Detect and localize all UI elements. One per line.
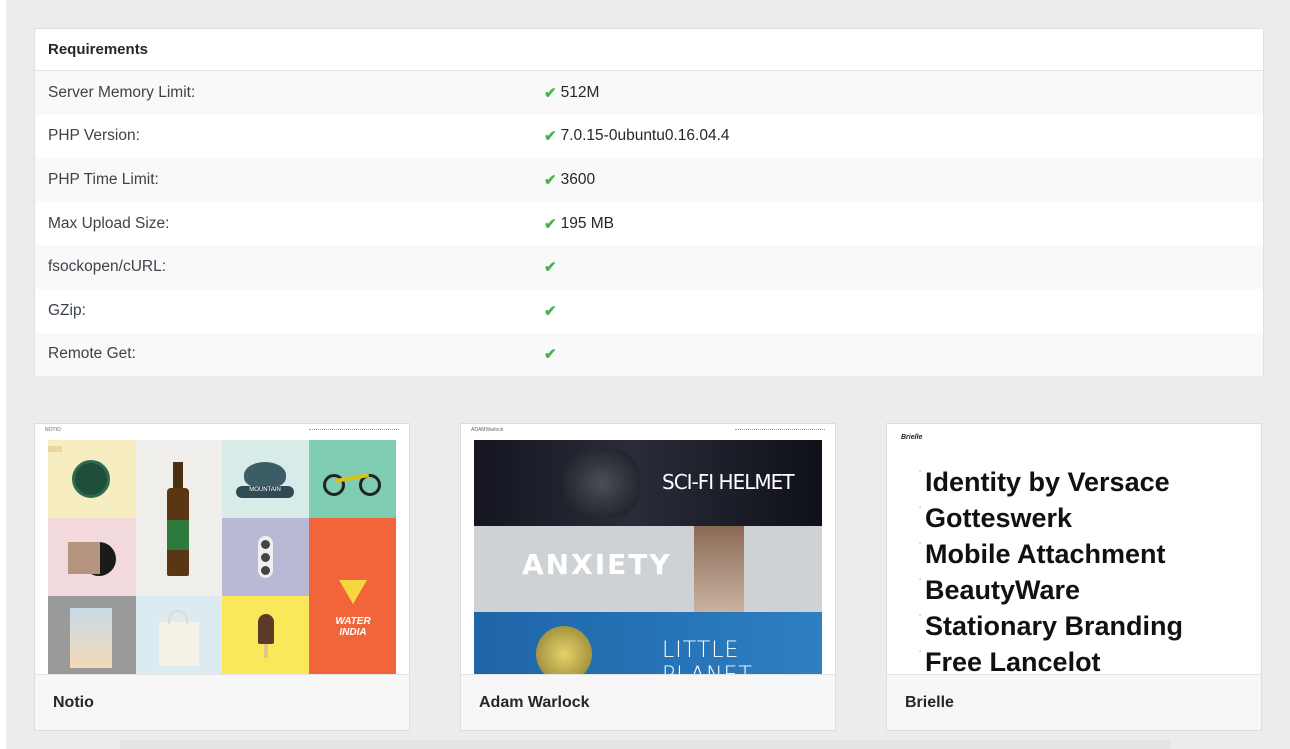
brielle-project-list: Identity by VersaceGotteswerkMobile Atta… <box>919 454 1183 674</box>
requirement-row: Remote Get: ✔ <box>35 332 1263 377</box>
bottom-edge <box>120 740 1170 749</box>
tile-water-india: WATER INDIA <box>309 518 396 674</box>
band-title: SCI-FI HELMET <box>662 470 794 494</box>
requirement-value: ✔ 195 MB <box>544 215 614 233</box>
requirements-table: Server Memory Limit: ✔ 512M PHP Version: ✔ 7.… <box>35 71 1263 377</box>
brielle-project-item: BeautyWare <box>919 562 1183 608</box>
tile-bicycle <box>309 440 396 518</box>
left-edge-strip <box>0 0 6 749</box>
tile-speaker <box>222 518 309 596</box>
requirement-value: ✔ <box>544 258 561 276</box>
brielle-logo: Brielle <box>901 434 923 441</box>
theme-screenshot-adam-warlock: ADAMWarlock SCI-FI HELMET ANXIETY LITTLE… <box>461 424 835 674</box>
requirement-value: ✔ <box>544 345 561 363</box>
requirement-label: PHP Time Limit: <box>48 170 159 188</box>
check-icon: ✔ <box>544 259 557 277</box>
requirement-row: fsockopen/cURL: ✔ <box>35 245 1263 289</box>
brielle-project-item: Identity by Versace <box>919 454 1183 500</box>
requirement-label: GZip: <box>48 301 86 319</box>
tile-ice-cream <box>222 596 309 674</box>
band-sci-fi-helmet: SCI-FI HELMET <box>474 440 822 526</box>
requirement-value: ✔ 7.0.15-0ubuntu0.16.04.4 <box>544 127 730 145</box>
notio-product-grid: MOUNTAIN WATER INDIA <box>48 440 396 674</box>
theme-screenshot-notio: NOTIO MOUNTAIN WATER INDIA <box>35 424 409 674</box>
requirement-value: ✔ 3600 <box>544 171 595 189</box>
requirement-value-text: 3600 <box>560 170 596 188</box>
tile-beer-bottle <box>136 440 222 596</box>
check-icon: ✔ <box>544 128 557 146</box>
check-icon: ✔ <box>544 84 557 102</box>
mini-nav: ADAMWarlock <box>461 424 835 440</box>
theme-name-adam-warlock: Adam Warlock <box>461 674 835 730</box>
requirement-value-text: 195 MB <box>560 214 614 232</box>
check-icon: ✔ <box>544 302 557 320</box>
requirement-value: ✔ 512M <box>544 84 599 102</box>
mini-nav: NOTIO <box>35 424 409 440</box>
requirement-label: Server Memory Limit: <box>48 83 196 101</box>
requirement-label: fsockopen/cURL: <box>48 258 167 276</box>
theme-screenshot-brielle: Brielle Identity by VersaceGotteswerkMob… <box>887 424 1261 674</box>
brielle-project-item: Free Lancelot <box>919 634 1183 674</box>
check-icon: ✔ <box>544 171 557 189</box>
check-icon: ✔ <box>544 346 557 364</box>
mini-nav-brand: NOTIO <box>45 427 61 433</box>
requirement-row: GZip: ✔ <box>35 289 1263 333</box>
band-title: ANXIETY <box>522 548 672 581</box>
requirement-row: Max Upload Size: ✔ 195 MB <box>35 202 1263 246</box>
requirement-value-text: 512M <box>560 83 600 101</box>
requirement-label: PHP Version: <box>48 127 140 145</box>
requirements-panel: Requirements Server Memory Limit: ✔ 512M PH… <box>34 28 1264 377</box>
requirements-title: Requirements <box>35 29 1263 71</box>
band-anxiety: ANXIETY <box>474 526 822 612</box>
theme-name-notio: Notio <box>35 674 409 730</box>
tile-mountain-deer: MOUNTAIN <box>222 440 309 518</box>
band-little-planet: LITTLE PLANET <box>474 612 822 674</box>
theme-card-brielle[interactable]: Brielle Identity by VersaceGotteswerkMob… <box>886 423 1262 731</box>
requirement-row: PHP Time Limit: ✔ 3600 <box>35 158 1263 202</box>
theme-card-notio[interactable]: NOTIO MOUNTAIN WATER INDIA Notio <box>34 423 410 731</box>
brielle-project-item: Gotteswerk <box>919 490 1183 536</box>
requirement-value: ✔ <box>544 302 561 320</box>
check-icon: ✔ <box>544 215 557 233</box>
requirement-label: Max Upload Size: <box>48 214 170 232</box>
mountain-label: MOUNTAIN <box>249 487 281 493</box>
requirement-row: PHP Version: ✔ 7.0.15-0ubuntu0.16.04.4 <box>35 115 1263 159</box>
band-title: LITTLE PLANET <box>662 638 752 674</box>
requirement-value-text: 7.0.15-0ubuntu0.16.04.4 <box>560 127 730 145</box>
tile-poster <box>48 596 136 674</box>
requirement-label: Remote Get: <box>48 345 136 363</box>
water-india-label: WATER INDIA <box>335 616 371 638</box>
tile-vinyl-record <box>48 518 136 596</box>
mini-nav-brand: ADAMWarlock <box>471 427 504 433</box>
brielle-project-item: Stationary Branding <box>919 598 1183 644</box>
requirement-row: Server Memory Limit: ✔ 512M <box>35 71 1263 115</box>
tile-tote-bag <box>136 596 222 674</box>
theme-name-brielle: Brielle <box>887 674 1261 730</box>
theme-card-adam-warlock[interactable]: ADAMWarlock SCI-FI HELMET ANXIETY LITTLE… <box>460 423 836 731</box>
tile-badge <box>48 440 136 518</box>
brielle-project-item: Mobile Attachment <box>919 526 1183 572</box>
